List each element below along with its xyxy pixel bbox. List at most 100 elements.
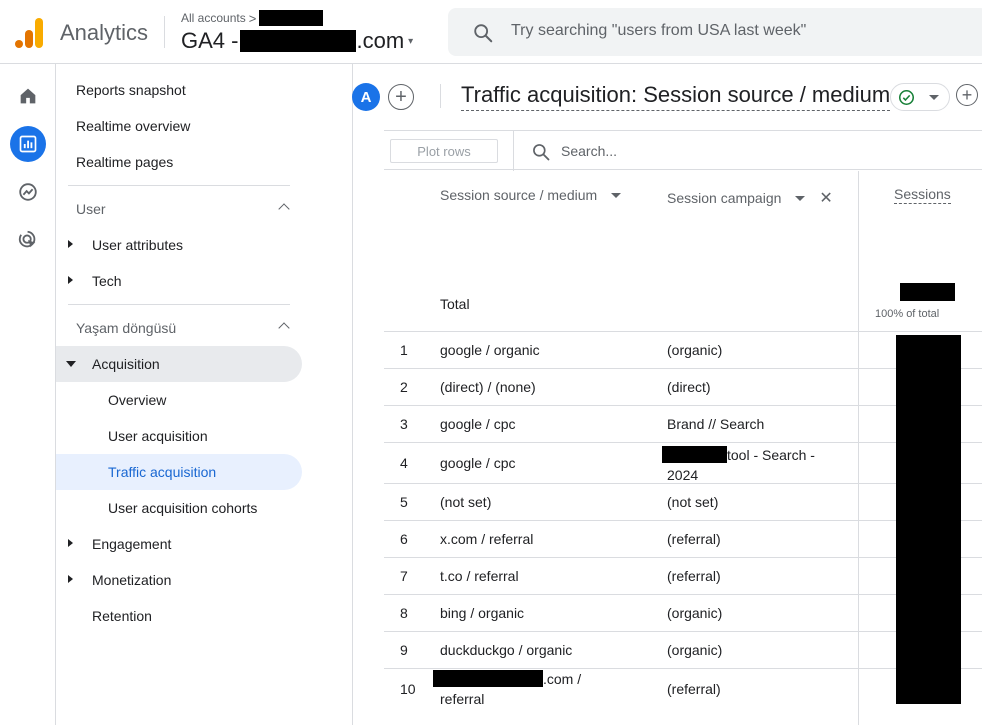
- property-suffix: .com: [356, 28, 404, 54]
- row-index: 1: [400, 342, 408, 358]
- row-index: 10: [400, 681, 416, 697]
- row-campaign: (referral): [667, 681, 721, 697]
- row-campaign: (organic): [667, 642, 722, 658]
- nav-retention[interactable]: Retention: [56, 598, 302, 634]
- row-source-medium: google / cpc: [440, 416, 516, 432]
- table-row[interactable]: 5 (not set) (not set): [384, 483, 982, 520]
- all-accounts-label: All accounts: [181, 11, 246, 25]
- logo-bar-large: [35, 18, 43, 48]
- all-accounts-link[interactable]: All accounts >: [181, 10, 323, 26]
- row-index: 5: [400, 494, 408, 510]
- table-row[interactable]: 6 x.com / referral (referral): [384, 520, 982, 557]
- table-row[interactable]: 1 google / organic (organic): [384, 331, 982, 368]
- row-campaign: (organic): [667, 605, 722, 621]
- home-icon: [17, 85, 39, 107]
- add-card-button[interactable]: +: [956, 84, 978, 106]
- nav-section-user[interactable]: User: [56, 191, 302, 227]
- nav-user-attributes[interactable]: User attributes: [56, 227, 302, 263]
- global-search[interactable]: Try searching "users from USA last week": [448, 8, 982, 56]
- nav-section-lifecycle[interactable]: Yaşam döngüsü: [56, 310, 302, 346]
- redacted-source-domain: [433, 670, 543, 687]
- row-source-suffix: .com /: [543, 671, 581, 687]
- column-header-campaign-label: Session campaign: [667, 190, 781, 206]
- nav-overview[interactable]: Overview: [56, 382, 302, 418]
- column-header-sessions[interactable]: Sessions: [894, 186, 951, 204]
- nav-acquisition[interactable]: Acquisition: [56, 346, 302, 382]
- row-index: 7: [400, 568, 408, 584]
- table-row[interactable]: 10 .com / referral (referral): [384, 668, 982, 709]
- row-source-medium: .com / referral: [440, 669, 581, 709]
- redacted-campaign-name: [662, 446, 727, 463]
- top-header: Analytics All accounts > GA4 - .com ▾ Tr…: [0, 0, 982, 64]
- nav-realtime-pages[interactable]: Realtime pages: [56, 144, 302, 180]
- property-selector[interactable]: GA4 - .com ▾: [181, 28, 413, 54]
- table-row[interactable]: 7 t.co / referral (referral): [384, 557, 982, 594]
- row-index: 9: [400, 642, 408, 658]
- title-divider: [440, 84, 441, 108]
- rail-reports[interactable]: [10, 126, 46, 162]
- table-row[interactable]: 2 (direct) / (none) (direct): [384, 368, 982, 405]
- analytics-logo[interactable]: [14, 16, 44, 48]
- plot-rows-button[interactable]: Plot rows: [390, 139, 498, 163]
- nav-traffic-acquisition[interactable]: Traffic acquisition: [56, 454, 302, 490]
- table-row[interactable]: 9 duckduckgo / organic (organic): [384, 631, 982, 668]
- nav-user-acquisition-cohorts[interactable]: User acquisition cohorts: [56, 490, 302, 526]
- nav-divider: [68, 304, 290, 305]
- row-campaign-line2: 2024: [667, 467, 698, 483]
- chevron-up-icon: [278, 322, 289, 333]
- expand-arrow-icon: [68, 539, 73, 547]
- table-search-input[interactable]: Search...: [561, 143, 617, 159]
- global-search-placeholder: Try searching "users from USA last week": [511, 22, 806, 40]
- nav-monetization[interactable]: Monetization: [56, 562, 302, 598]
- nav-tech-label: Tech: [92, 273, 122, 289]
- plus-icon: +: [395, 87, 407, 107]
- row-index: 3: [400, 416, 408, 432]
- report-status-pill[interactable]: [890, 83, 950, 111]
- column-header-source-medium[interactable]: Session source / medium: [440, 187, 621, 203]
- property-prefix: GA4 -: [181, 28, 238, 54]
- logo-bar-medium: [25, 30, 33, 48]
- table-row[interactable]: 4 google / cpc tool - Search - 2024: [384, 442, 982, 483]
- redacted-total-sessions: [900, 283, 955, 301]
- reports-icon: [18, 134, 38, 154]
- chevron-up-icon: [278, 203, 289, 214]
- add-comparison-button[interactable]: +: [388, 84, 414, 110]
- explore-icon: [17, 181, 39, 203]
- table-row[interactable]: 3 google / cpc Brand // Search: [384, 405, 982, 442]
- row-source-medium: (direct) / (none): [440, 379, 536, 395]
- row-source-medium: (not set): [440, 494, 491, 510]
- nav-divider: [68, 185, 290, 186]
- column-header-campaign[interactable]: Session campaign ✕: [667, 188, 833, 208]
- nav-tech[interactable]: Tech: [56, 263, 302, 299]
- collapse-arrow-icon: [66, 361, 76, 367]
- row-campaign: (referral): [667, 531, 721, 547]
- expand-arrow-icon: [68, 575, 73, 583]
- row-source-medium: t.co / referral: [440, 568, 519, 584]
- nav-section-lifecycle-label: Yaşam döngüsü: [76, 320, 176, 336]
- nav-user-attributes-label: User attributes: [92, 237, 183, 253]
- row-source-medium: duckduckgo / organic: [440, 642, 572, 658]
- row-index: 4: [400, 455, 408, 471]
- main-content: A + Traffic acquisition: Session source …: [353, 64, 982, 725]
- nav-engagement-label: Engagement: [92, 536, 171, 552]
- rail-home[interactable]: [10, 78, 46, 114]
- row-campaign: tool - Search - 2024: [667, 445, 815, 485]
- total-percent: 100% of total: [875, 308, 939, 320]
- row-campaign: (organic): [667, 342, 722, 358]
- left-rail: [0, 64, 56, 725]
- nav-realtime-overview[interactable]: Realtime overview: [56, 108, 302, 144]
- rail-explore[interactable]: [10, 174, 46, 210]
- nav-engagement[interactable]: Engagement: [56, 526, 302, 562]
- table-row[interactable]: 8 bing / organic (organic): [384, 594, 982, 631]
- chevron-down-icon: [929, 95, 939, 100]
- dropdown-arrow-icon: [611, 193, 621, 198]
- report-title[interactable]: Traffic acquisition: Session source / me…: [461, 82, 890, 111]
- header-divider: [164, 16, 165, 48]
- comparison-avatar[interactable]: A: [352, 83, 380, 111]
- nav-user-acquisition[interactable]: User acquisition: [56, 418, 302, 454]
- nav-reports-snapshot[interactable]: Reports snapshot: [56, 72, 302, 108]
- row-campaign: (direct): [667, 379, 711, 395]
- close-icon[interactable]: ✕: [819, 188, 832, 208]
- row-campaign: (not set): [667, 494, 718, 510]
- rail-advertising[interactable]: [10, 222, 46, 258]
